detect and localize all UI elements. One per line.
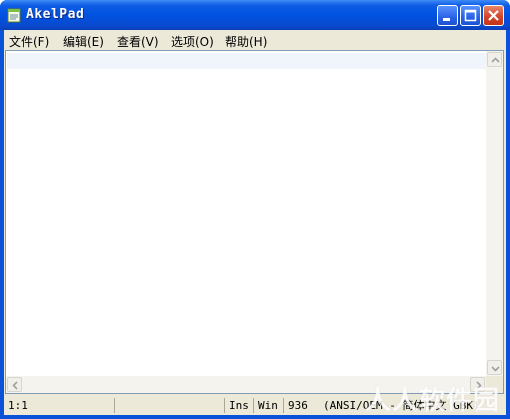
maximize-icon [464, 9, 477, 22]
scroll-down-button[interactable] [487, 360, 502, 375]
watermark-text: 人人软件园 [364, 386, 500, 416]
close-button[interactable] [483, 5, 504, 26]
scroll-left-button[interactable] [7, 377, 22, 392]
text-editor[interactable] [5, 50, 504, 394]
status-position: 1:1 [8, 399, 28, 412]
window-title: AkelPad [26, 7, 85, 22]
scroll-left-icon [12, 381, 18, 390]
status-codepage: 936 [283, 398, 319, 413]
status-empty-cell [114, 398, 224, 413]
client-area: 文件(F) 编辑(E) 查看(V) 选项(O) 帮助(H) 1:1 Ins Wi… [4, 30, 506, 415]
minimize-icon [443, 18, 450, 21]
minimize-button[interactable] [437, 5, 458, 26]
scroll-up-button[interactable] [487, 52, 502, 67]
scroll-down-icon [491, 366, 500, 372]
menu-view[interactable]: 查看(V) [117, 33, 159, 50]
notepad-icon[interactable] [7, 7, 21, 23]
status-newline: Win [253, 398, 283, 413]
maximize-button[interactable] [460, 5, 481, 26]
menu-edit[interactable]: 编辑(E) [63, 33, 104, 50]
title-bar[interactable]: AkelPad [0, 0, 510, 30]
scroll-up-icon [491, 57, 500, 63]
menu-options[interactable]: 选项(O) [171, 33, 214, 50]
current-line-highlight [7, 53, 486, 69]
close-icon [488, 10, 499, 21]
menu-bar: 文件(F) 编辑(E) 查看(V) 选项(O) 帮助(H) [4, 30, 506, 49]
app-window: AkelPad 文件(F) 编辑(E) 查看(V) 选项(O) 帮助(H) 1:… [0, 0, 510, 419]
vertical-scrollbar[interactable] [486, 51, 503, 376]
status-insert-mode: Ins [224, 398, 253, 413]
menu-help[interactable]: 帮助(H) [225, 33, 267, 50]
menu-file[interactable]: 文件(F) [9, 33, 49, 50]
